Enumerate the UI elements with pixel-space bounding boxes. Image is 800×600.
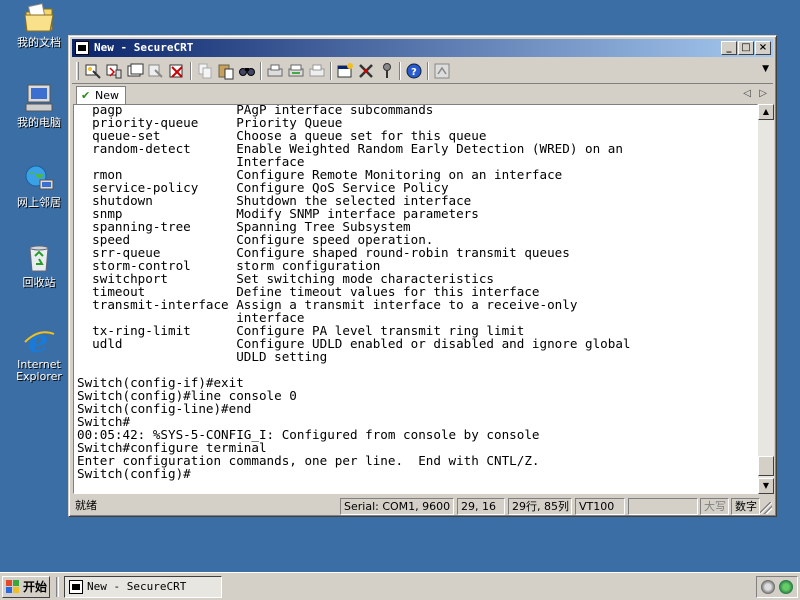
paste-icon[interactable] xyxy=(217,62,235,80)
status-ready: 就绪 xyxy=(75,499,97,512)
print-icon[interactable] xyxy=(308,62,326,80)
vertical-scrollbar[interactable]: ▲ ▼ xyxy=(758,104,774,494)
minimize-button[interactable]: _ xyxy=(721,41,737,55)
desktop-icon-network-places[interactable]: 网上邻居 xyxy=(8,162,70,209)
connected-check-icon: ✔ xyxy=(81,89,91,102)
securecrt-task-icon xyxy=(69,580,83,594)
windows-flag-icon xyxy=(6,580,20,594)
my-documents-icon xyxy=(22,2,56,34)
scroll-down-icon[interactable]: ▼ xyxy=(758,478,774,494)
toolbar-grip[interactable] xyxy=(76,62,79,80)
resize-grip[interactable] xyxy=(760,502,772,514)
tray-network-icon[interactable] xyxy=(779,580,793,594)
terminal-area[interactable]: pagp PAgP interface subcommands priority… xyxy=(73,104,758,494)
taskbar-button-securecrt[interactable]: New - SecureCRT xyxy=(64,576,222,598)
status-bar: 就绪 Serial: COM1, 9600 29, 16 29行, 85列 VT… xyxy=(72,497,773,515)
global-options-icon[interactable] xyxy=(357,62,375,80)
toolbar-separator xyxy=(330,62,332,80)
disconnect-icon[interactable] xyxy=(168,62,186,80)
status-emulation: VT100 xyxy=(575,498,625,515)
status-size: 29行, 85列 xyxy=(508,498,572,515)
network-places-icon xyxy=(22,162,56,194)
session-options-icon[interactable] xyxy=(336,62,354,80)
toolbar-separator xyxy=(190,62,192,80)
tab-next-icon[interactable]: ▷ xyxy=(759,88,767,99)
session-tab-new[interactable]: ✔ New xyxy=(76,86,126,105)
toolbar-overflow-icon[interactable]: ▼ xyxy=(762,64,769,74)
terminal-line: Switch(config)# xyxy=(77,466,191,481)
start-button[interactable]: 开始 xyxy=(2,576,50,598)
taskbar-separator xyxy=(56,577,59,597)
taskbar: 开始 New - SecureCRT xyxy=(0,572,800,600)
recycle-bin-icon xyxy=(22,242,56,274)
copy-icon[interactable] xyxy=(196,62,214,80)
close-button[interactable]: × xyxy=(755,41,771,55)
my-computer-icon xyxy=(22,82,56,114)
window-title: New - SecureCRT xyxy=(94,41,194,54)
reconnect-icon[interactable] xyxy=(147,62,165,80)
connect-icon[interactable] xyxy=(84,62,102,80)
desktop-icon-my-documents[interactable]: 我的文档 xyxy=(8,2,70,49)
status-connection: Serial: COM1, 9600 xyxy=(340,498,454,515)
taskbar-button-label: New - SecureCRT xyxy=(87,580,187,593)
scroll-thumb[interactable] xyxy=(758,456,774,476)
terminal-output: pagp PAgP interface subcommands priority… xyxy=(77,105,631,481)
start-label: 开始 xyxy=(23,580,48,594)
connect-tab-icon[interactable] xyxy=(126,62,144,80)
terminal-line: UDLD setting xyxy=(77,349,328,364)
find-icon[interactable] xyxy=(238,62,256,80)
print-selection-icon[interactable] xyxy=(287,62,305,80)
desktop-icon-my-computer[interactable]: 我的电脑 xyxy=(8,82,70,129)
securecrt-app-icon xyxy=(75,41,89,55)
svg-text:e: e xyxy=(28,324,48,356)
system-tray xyxy=(756,576,798,598)
desktop-icon-internet-explorer[interactable]: e Internet Explorer xyxy=(8,322,70,383)
session-tab-bar: ✔ New ◁ ▷ xyxy=(72,85,773,105)
maximize-button[interactable]: □ xyxy=(738,41,754,55)
desktop-icon-recycle-bin[interactable]: 回收站 xyxy=(8,242,70,289)
toolbar: ? ▼ xyxy=(72,58,773,84)
terminal-line: Switch(config-line)#end xyxy=(77,401,252,416)
internet-explorer-icon: e xyxy=(22,322,56,360)
print-setup-icon[interactable] xyxy=(266,62,284,80)
tray-volume-icon[interactable] xyxy=(761,580,775,594)
toolbar-separator xyxy=(260,62,262,80)
help-icon[interactable]: ? xyxy=(405,62,423,80)
tab-prev-icon[interactable]: ◁ xyxy=(743,88,751,99)
keymap-icon[interactable] xyxy=(378,62,396,80)
status-blank xyxy=(628,498,698,515)
securecrt-window: New - SecureCRT _ □ × ? ▼ ✔ New ◁ ▷ pagp… xyxy=(68,35,777,517)
toolbar-separator xyxy=(399,62,401,80)
window-titlebar[interactable]: New - SecureCRT _ □ × xyxy=(72,39,773,57)
svg-text:?: ? xyxy=(411,67,417,78)
session-tab-label: New xyxy=(95,89,119,102)
toolbar-separator xyxy=(427,62,429,80)
status-caps: 大写 xyxy=(700,498,729,515)
scroll-up-icon[interactable]: ▲ xyxy=(758,104,774,120)
status-cursor: 29, 16 xyxy=(457,498,505,515)
sftp-icon[interactable] xyxy=(433,62,451,80)
quick-connect-icon[interactable] xyxy=(105,62,123,80)
status-num: 数字 xyxy=(731,498,760,515)
